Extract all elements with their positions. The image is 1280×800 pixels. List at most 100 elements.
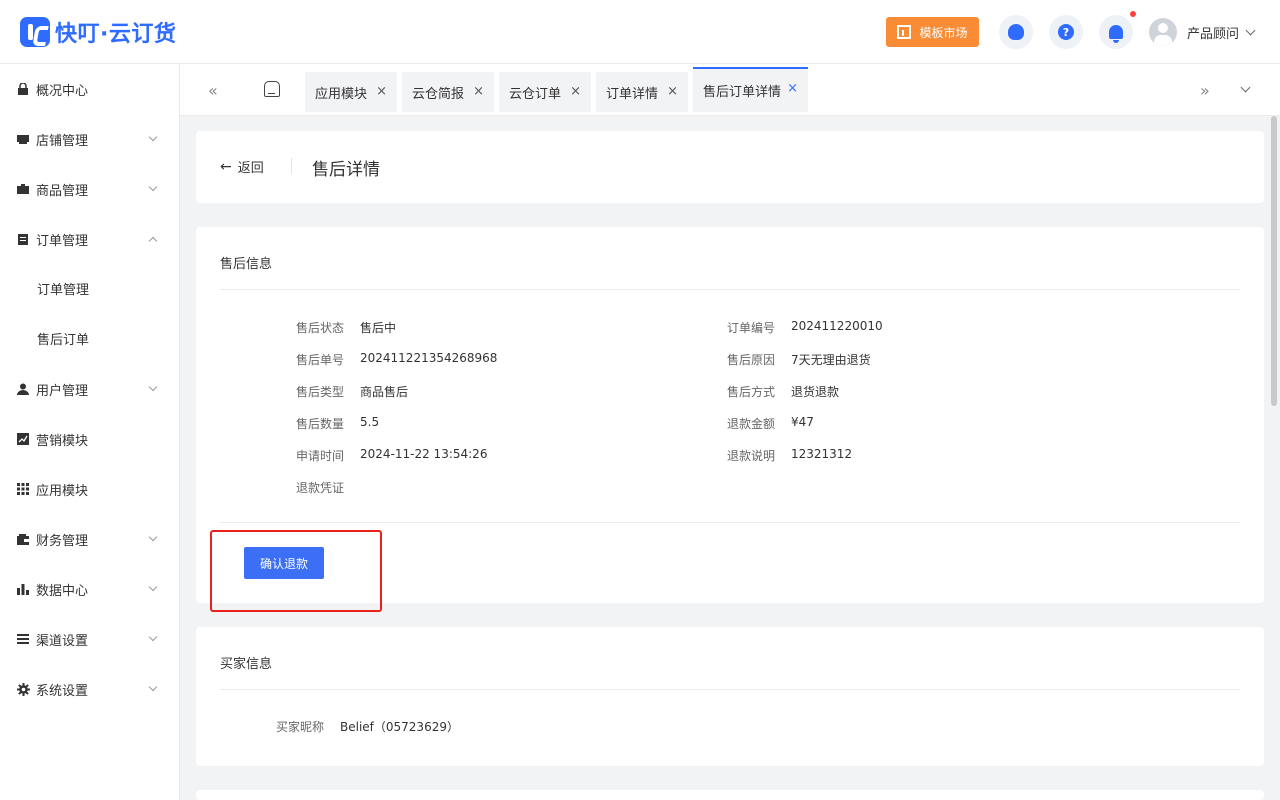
user-icon	[17, 383, 29, 395]
page-header-card: ← 返回 售后详情	[196, 131, 1264, 203]
template-market-label: 模板市场	[919, 25, 968, 40]
field-after-sales-number: 售后单号 202411221354268968	[284, 351, 497, 368]
field-type: 售后类型 商品售后	[284, 383, 408, 400]
field-apply-time: 申请时间 2024-11-22 13:54:26	[284, 447, 487, 464]
sidebar-subitem-after-sales[interactable]: 售后订单	[0, 318, 179, 358]
home-icon[interactable]	[264, 81, 280, 97]
section-title: 买家信息	[220, 657, 273, 672]
back-label: 返回	[237, 161, 264, 176]
help-button[interactable]: ?	[1049, 15, 1083, 49]
tab-after-sales-detail[interactable]: 售后订单详情 ×	[693, 67, 808, 112]
tab-app-modules[interactable]: 应用模块 ×	[305, 72, 397, 112]
field-label: 退款凭证	[295, 481, 344, 495]
divider	[220, 689, 1240, 690]
field-value: 退货退款	[791, 385, 840, 399]
close-icon[interactable]: ×	[473, 84, 484, 99]
field-label: 申请时间	[295, 449, 344, 463]
divider	[291, 158, 292, 174]
field-value: 商品售后	[360, 385, 409, 399]
field-status: 售后状态 售后中	[284, 319, 396, 336]
sidebar-item-orders[interactable]: 订单管理	[0, 219, 179, 259]
sidebar-item-label: 数据中心	[36, 583, 89, 599]
help-icon: ?	[1058, 24, 1074, 40]
close-icon[interactable]: ×	[787, 81, 798, 96]
field-reason: 售后原因 7天无理由退货	[715, 351, 871, 368]
tab-warehouse-orders[interactable]: 云仓订单 ×	[499, 72, 591, 112]
next-card	[196, 790, 1264, 800]
app-logo[interactable]: 快叮·云订货	[20, 16, 176, 48]
sidebar-item-products[interactable]: 商品管理	[0, 169, 179, 209]
gear-icon	[17, 683, 30, 696]
back-button[interactable]: ← 返回	[220, 157, 264, 177]
field-quantity: 售后数量 5.5	[284, 415, 379, 432]
tab-label: 云仓订单	[509, 86, 562, 102]
field-method: 售后方式 退货退款	[715, 383, 839, 400]
clipboard-icon	[17, 233, 29, 245]
logo-icon	[20, 17, 50, 47]
sidebar-item-marketing[interactable]: 营销模块	[0, 419, 179, 459]
chevron-down-icon	[148, 682, 158, 692]
layout-icon	[897, 25, 912, 39]
sidebar-item-channels[interactable]: 渠道设置	[0, 619, 179, 659]
field-refund-proof: 退款凭证	[284, 479, 360, 496]
sidebar-item-label: 财务管理	[36, 533, 89, 549]
sidebar-subitem-order-management[interactable]: 订单管理	[0, 268, 179, 308]
close-icon[interactable]: ×	[376, 84, 387, 99]
field-label: 买家昵称	[275, 720, 324, 734]
template-market-button[interactable]: 模板市场	[886, 17, 979, 47]
field-value: 7天无理由退货	[791, 353, 871, 367]
app-name: 快叮·云订货	[55, 22, 177, 47]
sidebar: 概况中心 店铺管理 商品管理 订单管理 订单管理 售后订单 用户管理 营销模块 …	[0, 64, 180, 800]
tab-label: 订单详情	[606, 86, 659, 102]
field-label: 售后类型	[295, 385, 344, 399]
chevron-down-icon	[148, 582, 158, 592]
bell-icon	[1109, 25, 1123, 43]
chevron-down-icon[interactable]	[1240, 82, 1251, 93]
tab-order-detail[interactable]: 订单详情 ×	[596, 72, 688, 112]
tabs-scroll-right-icon[interactable]: »	[1200, 81, 1210, 100]
sidebar-item-overview[interactable]: 概况中心	[0, 69, 179, 109]
highlight-box	[210, 530, 382, 612]
briefcase-icon	[17, 183, 29, 195]
field-value: 202411221354268968	[360, 351, 498, 365]
lock-icon	[17, 82, 29, 95]
top-header: 快叮·云订货 模板市场 ? 产品顾问	[0, 0, 1280, 64]
field-value: Belief（05723629）	[340, 720, 459, 734]
field-value: 2024-11-22 13:54:26	[360, 447, 488, 461]
buyer-info-card: 买家信息 买家昵称 Belief（05723629）	[196, 627, 1264, 766]
tab-label: 售后订单详情	[703, 85, 782, 100]
chevron-down-icon	[148, 632, 158, 642]
sidebar-item-store[interactable]: 店铺管理	[0, 119, 179, 159]
field-label: 售后状态	[295, 321, 344, 335]
sidebar-item-users[interactable]: 用户管理	[0, 369, 179, 409]
close-icon[interactable]: ×	[667, 84, 678, 99]
user-menu[interactable]: 产品顾问	[1149, 18, 1256, 46]
chevron-down-icon	[1245, 25, 1256, 35]
field-value: 12321312	[791, 447, 853, 461]
sidebar-item-label: 营销模块	[36, 433, 89, 449]
sidebar-item-data-center[interactable]: 数据中心	[0, 569, 179, 609]
tab-warehouse-brief[interactable]: 云仓简报 ×	[402, 72, 494, 112]
sidebar-item-system[interactable]: 系统设置	[0, 669, 179, 709]
grid-icon	[17, 483, 29, 495]
sidebar-item-label: 售后订单	[37, 332, 90, 348]
field-refund-note: 退款说明 12321312	[715, 447, 852, 464]
notification-button[interactable]	[1099, 15, 1133, 49]
sidebar-item-apps[interactable]: 应用模块	[0, 469, 179, 509]
section-title: 售后信息	[220, 257, 273, 272]
field-buyer-nickname: 买家昵称 Belief（05723629）	[264, 718, 459, 735]
tab-label: 云仓简报	[412, 86, 465, 102]
scrollbar[interactable]	[1271, 116, 1277, 406]
divider	[220, 289, 1240, 290]
sidebar-item-finance[interactable]: 财务管理	[0, 519, 179, 559]
field-label: 售后单号	[295, 353, 344, 367]
sidebar-item-label: 应用模块	[36, 483, 89, 499]
chevron-up-icon	[148, 236, 158, 246]
field-label: 售后原因	[726, 353, 775, 367]
sidebar-item-label: 系统设置	[36, 683, 89, 699]
trend-icon	[17, 433, 29, 445]
tabs-scroll-left-icon[interactable]: «	[208, 81, 218, 100]
close-icon[interactable]: ×	[570, 84, 581, 99]
sidebar-item-label: 商品管理	[36, 183, 89, 199]
customer-service-button[interactable]	[999, 15, 1033, 49]
